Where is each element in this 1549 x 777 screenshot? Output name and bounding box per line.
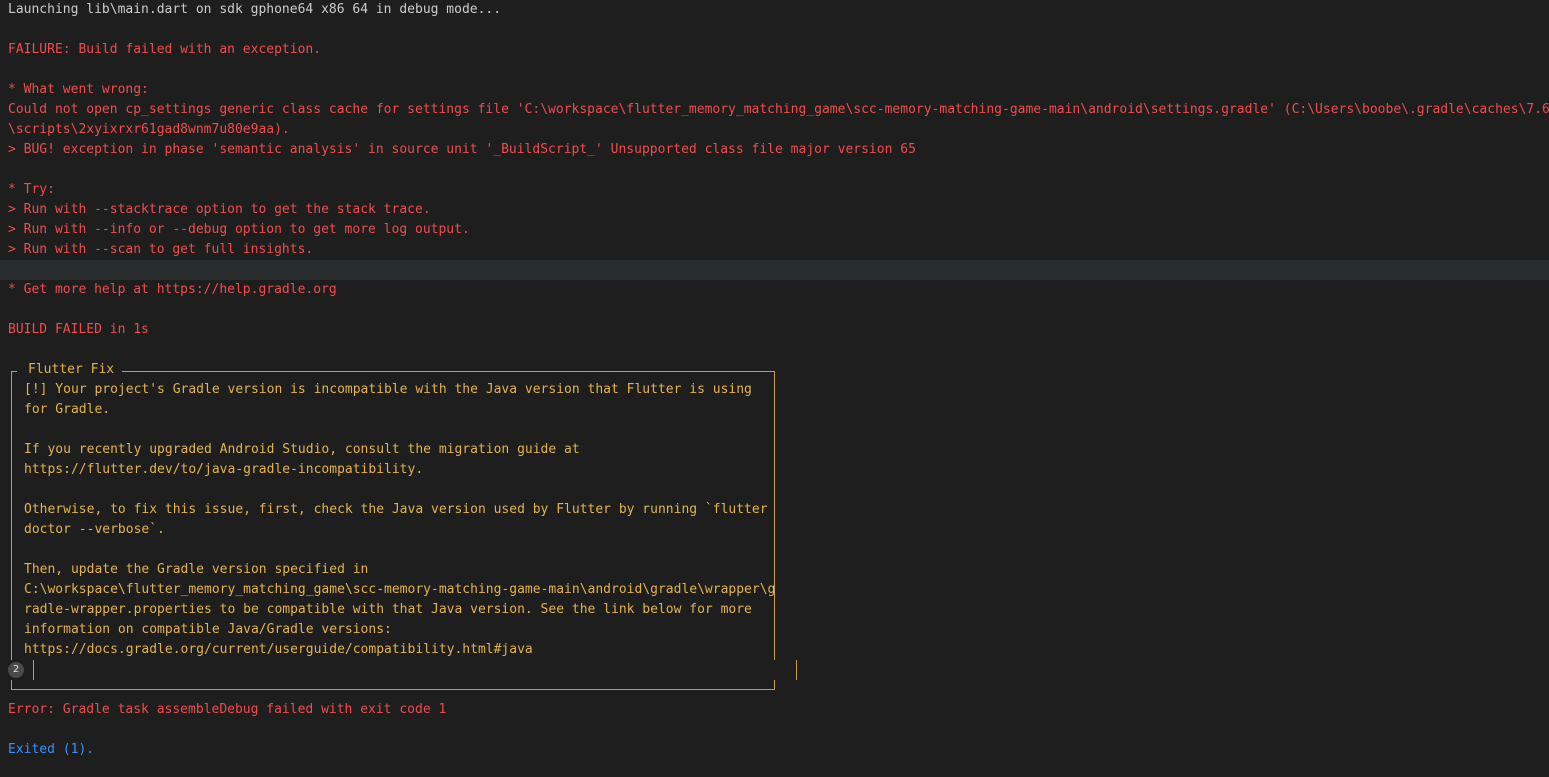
try-line: * Try: <box>8 182 55 197</box>
hover-highlight-row <box>0 260 1549 280</box>
flutter-fix-line-text: [!] Your project's Gradle version is inc… <box>24 382 752 397</box>
what-went-wrong-line: * What went wrong: <box>8 82 149 97</box>
flutter-fix-line-text: doctor --verbose`. <box>24 522 165 537</box>
message-count-badge[interactable]: 2 <box>8 662 24 678</box>
flutter-fix-line: https://flutter.dev/to/java-gradle-incom… <box>0 460 1549 480</box>
flutter-fix-line-text: C:\workspace\flutter_memory_matching_gam… <box>24 582 776 597</box>
exited-line: Exited (1). <box>8 742 95 757</box>
help-line: * Get more help at https://help.gradle.o… <box>8 282 337 297</box>
error-line-2: \scripts\2xyixrxr61gad8wnm7u80e9aa). <box>8 122 290 137</box>
flutter-fix-line <box>0 480 1549 500</box>
debug-console: Launching lib\main.dart on sdk gphone64 … <box>0 0 1549 777</box>
flutter-fix-line: information on compatible Java/Gradle ve… <box>0 620 1549 640</box>
try-info-line: > Run with --info or --debug option to g… <box>8 222 470 237</box>
flutter-fix-line: If you recently upgraded Android Studio,… <box>0 440 1549 460</box>
flutter-fix-line-text: Then, update the Gradle version specifie… <box>24 562 369 577</box>
flutter-fix-line: for Gradle. <box>0 400 1549 420</box>
flutter-fix-line-text: Otherwise, to fix this issue, first, che… <box>24 502 768 517</box>
flutter-fix-line-text: If you recently upgraded Android Studio,… <box>24 442 580 457</box>
flutter-fix-line: https://docs.gradle.org/current/userguid… <box>0 640 1549 660</box>
flutter-fix-line <box>0 540 1549 560</box>
error-line-3: > BUG! exception in phase 'semantic anal… <box>8 142 916 157</box>
flutter-fix-line-text: https://docs.gradle.org/current/userguid… <box>24 642 533 657</box>
flutter-fix-line-text: radle-wrapper.properties to be compatibl… <box>24 602 752 617</box>
flutter-fix-line <box>0 420 1549 440</box>
try-scan-line: > Run with --scan to get full insights. <box>8 242 314 257</box>
flutter-fix-line-text: for Gradle. <box>24 402 111 417</box>
input-cursor <box>33 660 34 680</box>
failure-line: FAILURE: Build failed with an exception. <box>8 42 322 57</box>
flutter-fix-box-bottom <box>0 680 1549 700</box>
error-line-1: Could not open cp_settings generic class… <box>8 102 1549 117</box>
flutter-fix-box: Flutter Fix [!] Your project's Gradle ve… <box>0 360 1549 700</box>
flutter-fix-line: radle-wrapper.properties to be compatibl… <box>0 600 1549 620</box>
flutter-fix-line: [!] Your project's Gradle version is inc… <box>0 380 1549 400</box>
flutter-fix-line-text: https://flutter.dev/to/java-gradle-incom… <box>24 462 424 477</box>
flutter-fix-line: doctor --verbose`. <box>0 520 1549 540</box>
gradle-error-line: Error: Gradle task assembleDebug failed … <box>8 702 447 717</box>
flutter-fix-title: Flutter Fix <box>28 362 115 377</box>
build-failed-line: BUILD FAILED in 1s <box>8 322 149 337</box>
launch-line: Launching lib\main.dart on sdk gphone64 … <box>8 2 502 17</box>
try-stacktrace-line: > Run with --stacktrace option to get th… <box>8 202 431 217</box>
flutter-fix-line: Otherwise, to fix this issue, first, che… <box>0 500 1549 520</box>
flutter-fix-line-text: information on compatible Java/Gradle ve… <box>24 622 392 637</box>
flutter-fix-line: Then, update the Gradle version specifie… <box>0 560 1549 580</box>
flutter-fix-cursor-row: 2 <box>0 660 1549 680</box>
flutter-fix-line: C:\workspace\flutter_memory_matching_gam… <box>0 580 1549 600</box>
flutter-fix-box-top: Flutter Fix <box>0 360 1549 380</box>
